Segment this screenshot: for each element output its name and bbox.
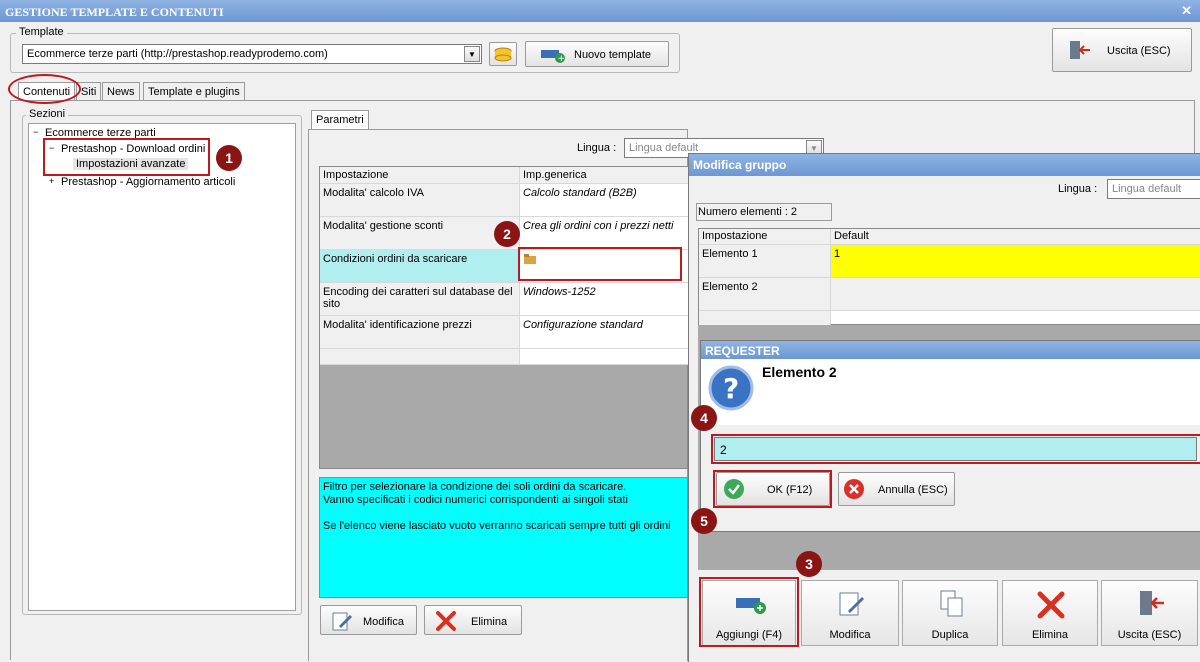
group-header-name: Impostazione [699,229,831,245]
highlight-rect-4 [711,434,1200,464]
param-row-empty [520,349,689,365]
tab-news-label: News [107,86,135,98]
group-row-name[interactable]: Elemento 1 [699,245,831,278]
description-line: Vanno specificati i codici numerici corr… [323,494,628,506]
group-delete-label: Elimina [1031,629,1069,641]
params-header-name: Impostazione [320,167,520,184]
param-edit-button[interactable]: Modifica [320,605,417,635]
template-select-value: Ecommerce terze parti (http://prestashop… [27,48,328,60]
new-template-button[interactable]: + Nuovo template [525,41,669,67]
exit-icon [1070,41,1090,59]
group-row-value[interactable]: 1 [831,245,1200,278]
group-dialog-title: Modifica gruppo [693,158,787,172]
group-row-value[interactable] [831,278,1200,311]
tab-template-plugins-label: Template e plugins [148,86,240,98]
param-row-value[interactable]: Calcolo standard (B2B) [520,184,689,217]
requester-message: Elemento 2 [762,364,837,380]
step-badge-3: 3 [796,551,822,577]
param-row-name[interactable]: Modalita' gestione sconti [320,217,520,250]
param-row-value[interactable]: Configurazione standard [520,316,689,349]
param-row-empty [320,349,520,365]
svg-text:+: + [558,54,566,63]
group-edit-button[interactable]: Modifica [801,580,899,646]
params-lingua-label: Lingua : [577,142,617,154]
group-duplicate-label: Duplica [931,629,969,641]
highlight-rect-1 [43,138,210,176]
sections-tree[interactable]: − Ecommerce terze parti − Prestashop - D… [28,123,296,611]
requester-title: REQUESTER [705,344,780,358]
highlight-rect-3 [699,577,799,647]
tab-parametri-label: Parametri [316,114,364,126]
add-icon: + [541,50,566,63]
template-group-label: Template [16,26,67,38]
duplicate-icon [940,590,963,617]
exit-icon [1140,591,1164,615]
template-select[interactable]: Ecommerce terze parti (http://prestashop… [22,44,482,64]
param-row-name[interactable]: Encoding dei caratteri sul database del … [320,283,520,316]
param-delete-label: Elimina [471,616,508,628]
group-row-empty [699,311,831,326]
param-row-name[interactable]: Condizioni ordini da scaricare [320,250,520,283]
database-button[interactable] [489,42,517,66]
param-row-value[interactable]: Windows-1252 [520,283,689,316]
tab-template-plugins[interactable]: Template e plugins [143,82,245,101]
description-line [323,507,684,520]
group-dialog-titlebar: Modifica gruppo [689,154,1200,176]
group-grid: Impostazione Default Elemento 1 1 Elemen… [698,228,1200,326]
edit-icon [839,592,864,616]
group-row-name[interactable]: Elemento 2 [699,278,831,311]
group-exit-label: Uscita (ESC) [1117,629,1182,641]
database-icon [494,47,512,62]
exit-label: Uscita (ESC) [1107,45,1171,57]
highlight-ellipse [8,74,81,104]
param-edit-label: Modifica [363,616,404,628]
element-count: Numero elementi : 2 [696,203,832,221]
exit-button[interactable]: Uscita (ESC) [1052,28,1192,72]
group-edit-label: Modifica [829,629,871,641]
cancel-icon [844,479,864,499]
group-delete-button[interactable]: Elimina [1002,580,1098,646]
step-badge-5: 5 [691,508,717,534]
step-badge-1: 1 [216,145,242,171]
group-lingua-label: Lingua : [1058,183,1098,195]
delete-icon [436,611,456,631]
param-delete-button[interactable]: Elimina [424,605,522,635]
chevron-down-icon[interactable]: ▼ [464,46,480,62]
params-grid: Impostazione Imp.generica Modalita' calc… [319,166,689,469]
param-row-name[interactable]: Modalita' calcolo IVA [320,184,520,217]
tab-siti-label: Siti [81,86,97,98]
description-line: Se l'elenco viene lasciato vuoto verrann… [323,520,671,532]
requester-cancel-button[interactable]: Annulla (ESC) [838,472,955,506]
group-exit-button[interactable]: Uscita (ESC) [1101,580,1198,646]
group-lingua-select[interactable]: Lingua default [1107,179,1200,199]
expand-icon[interactable]: + [49,176,54,186]
step-badge-2: 2 [494,221,520,247]
window-title: GESTIONE TEMPLATE E CONTENUTI [5,5,224,19]
new-template-label: Nuovo template [574,49,652,61]
params-header-value: Imp.generica [520,167,689,184]
step-badge-4: 4 [691,405,717,431]
highlight-rect-2 [518,247,682,281]
svg-text:?: ? [723,372,739,405]
close-icon[interactable]: ✕ [1181,3,1192,19]
requester-titlebar: REQUESTER [701,341,1200,359]
group-header-value: Default [831,229,1200,245]
group-lingua-value: Lingua default [1112,183,1182,195]
delete-icon [1037,591,1065,619]
param-row-name[interactable]: Modalita' identificazione prezzi [320,316,520,349]
sections-label: Sezioni [26,108,69,120]
window-titlebar: GESTIONE TEMPLATE E CONTENUTI [0,0,1200,22]
question-icon: ? [708,365,754,411]
edit-icon [332,612,352,631]
group-duplicate-button[interactable]: Duplica [902,580,998,646]
tab-parametri[interactable]: Parametri [311,110,369,130]
requester-cancel-label: Annulla (ESC) [878,484,948,496]
collapse-icon[interactable]: − [33,127,38,137]
param-row-value[interactable]: Crea gli ordini con i prezzi netti [520,217,689,250]
tree-node-update[interactable]: Prestashop - Aggiornamento articoli [61,176,235,188]
highlight-rect-5 [713,470,832,508]
tab-news[interactable]: News [102,82,140,101]
description-line: Filtro per selezionare la condizione dei… [323,481,627,493]
param-description: Filtro per selezionare la condizione dei… [319,477,688,598]
